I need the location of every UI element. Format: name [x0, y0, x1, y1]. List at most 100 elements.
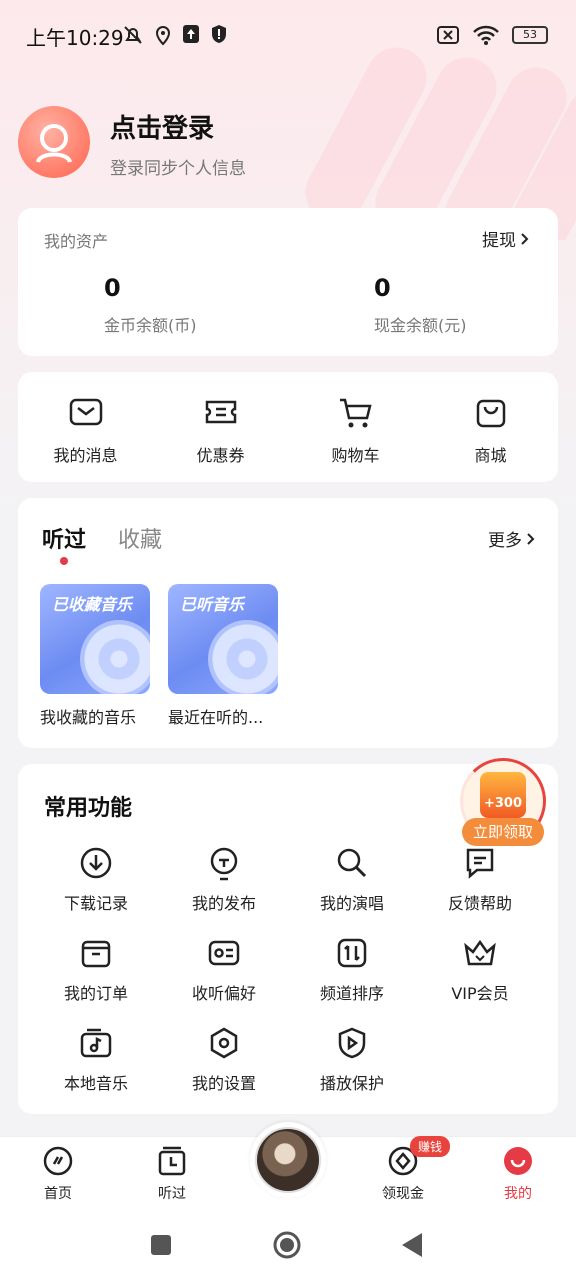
functions-title: 常用功能 [44, 796, 133, 821]
nav-label: 我的 [504, 1186, 532, 1202]
now-playing-cover [255, 1127, 321, 1193]
preference-icon [208, 940, 240, 966]
upload-icon [183, 25, 199, 43]
cash-balance-label: 现金余额(元) [374, 316, 467, 335]
location-icon [155, 26, 171, 46]
local-music-icon [80, 1028, 112, 1058]
reward-amount: +300 [483, 796, 523, 811]
tab-listened[interactable]: 听过 [42, 522, 86, 554]
function-label: 本地音乐 [63, 1074, 128, 1093]
microphone-icon [337, 848, 367, 878]
function-my-orders[interactable]: 我的订单 [32, 936, 160, 1004]
tab-favorites[interactable]: 收藏 [118, 522, 162, 554]
quick-item-shop[interactable]: 商城 [431, 396, 551, 466]
shop-bag-icon [476, 399, 505, 428]
function-download-history[interactable]: 下载记录 [32, 846, 160, 914]
withdraw-label: 提现 [482, 231, 516, 251]
message-icon [69, 398, 102, 426]
assets-label: 我的资产 [44, 232, 109, 251]
chevron-right-icon [527, 532, 535, 545]
function-label: 反馈帮助 [447, 894, 512, 913]
function-local-music[interactable]: 本地音乐 [32, 1026, 160, 1094]
nav-home[interactable]: 首页 [18, 1145, 98, 1203]
reward-widget[interactable]: +300 立即领取 [460, 758, 546, 848]
feedback-icon [466, 848, 494, 879]
login-subtitle: 登录同步个人信息 [110, 159, 246, 179]
more-link[interactable]: 更多 [488, 526, 536, 551]
shield-alert-icon [212, 25, 226, 43]
disc-icon [208, 620, 278, 694]
wifi-icon [473, 25, 499, 45]
back-icon[interactable] [400, 1232, 424, 1258]
recent-apps-icon[interactable] [150, 1234, 172, 1256]
red-packet-icon: +300 [480, 772, 526, 818]
quick-item-cart[interactable]: 购物车 [296, 396, 416, 466]
function-my-singing[interactable]: 我的演唱 [288, 846, 416, 914]
function-label: 我的演唱 [319, 894, 384, 913]
disc-icon [80, 620, 150, 694]
status-bar: 上午10:29 53 [0, 0, 576, 72]
more-label: 更多 [488, 531, 522, 551]
coupon-icon [205, 400, 236, 424]
quick-item-messages[interactable]: 我的消息 [26, 396, 146, 466]
album-cover-text: 已听音乐 [180, 595, 245, 614]
album-favorites[interactable]: 已收藏音乐 [40, 584, 150, 694]
album-recent[interactable]: 已听音乐 [168, 584, 278, 694]
system-navigation-bar [0, 1212, 576, 1280]
mute-icon [124, 26, 142, 44]
avatar[interactable] [18, 106, 90, 178]
coin-balance-value: 0 [104, 274, 121, 302]
nav-mine[interactable]: 我的 [478, 1145, 558, 1203]
cart-icon [339, 398, 372, 428]
function-vip[interactable]: VIP会员 [416, 936, 544, 1004]
play-protect-icon [338, 1027, 366, 1059]
withdraw-link[interactable]: 提现 [482, 226, 530, 251]
quick-item-label: 优惠券 [196, 446, 245, 465]
download-icon [80, 847, 112, 879]
quick-item-label: 商城 [474, 446, 507, 465]
settings-icon [210, 1027, 238, 1059]
function-play-protection[interactable]: 播放保护 [288, 1026, 416, 1094]
claim-reward-button[interactable]: 立即领取 [462, 818, 544, 846]
nav-listened[interactable]: 听过 [132, 1145, 212, 1203]
function-label: 我的发布 [191, 894, 256, 913]
function-channel-sort[interactable]: 频道排序 [288, 936, 416, 1004]
album-caption[interactable]: 最近在听的... [168, 704, 288, 728]
history-card: 听过 收藏 更多 已收藏音乐 我收藏的音乐 已听音乐 最近在听的... [18, 498, 558, 748]
function-settings[interactable]: 我的设置 [160, 1026, 288, 1094]
album-caption[interactable]: 我收藏的音乐 [40, 704, 160, 728]
quick-item-label: 购物车 [331, 446, 380, 465]
home-circle-icon[interactable] [272, 1230, 302, 1260]
nav-label: 首页 [44, 1186, 72, 1202]
function-my-posts[interactable]: 我的发布 [160, 846, 288, 914]
function-feedback[interactable]: 反馈帮助 [416, 846, 544, 914]
order-icon [81, 940, 111, 968]
active-tab-indicator [60, 557, 68, 565]
quick-item-label: 我的消息 [53, 446, 118, 465]
login-button[interactable]: 点击登录 [110, 108, 214, 145]
cash-balance-value: 0 [374, 274, 391, 302]
now-playing-button[interactable] [250, 1122, 326, 1198]
function-label: 收听偏好 [191, 984, 256, 1003]
status-right: 53 [436, 24, 548, 46]
function-label: 频道排序 [319, 984, 384, 1003]
function-label: VIP会员 [451, 984, 509, 1003]
publish-icon [210, 847, 238, 881]
function-listening-preference[interactable]: 收听偏好 [160, 936, 288, 1004]
quick-actions-card: 我的消息 优惠券 购物车 商城 [18, 372, 558, 482]
function-label: 我的订单 [63, 984, 128, 1003]
assets-card: 我的资产 提现 0 金币余额(币) 0 现金余额(元) [18, 208, 558, 356]
quick-item-coupons[interactable]: 优惠券 [161, 396, 281, 466]
sort-icon [337, 938, 367, 968]
crown-icon [464, 939, 496, 966]
coin-balance-label: 金币余额(币) [104, 316, 197, 335]
function-label: 下载记录 [63, 894, 128, 913]
status-icons [122, 24, 228, 46]
functions-grid: 下载记录 我的发布 我的演唱 反馈帮助 我的订单 收听偏好 频道排序 VIP会员… [32, 846, 544, 1094]
battery-indicator: 53 [512, 26, 548, 44]
chevron-right-icon [521, 232, 529, 245]
earn-badge: 赚钱 [410, 1136, 451, 1157]
home-icon [43, 1146, 73, 1176]
default-avatar-icon [36, 124, 72, 163]
nav-label: 领现金 [382, 1186, 424, 1202]
